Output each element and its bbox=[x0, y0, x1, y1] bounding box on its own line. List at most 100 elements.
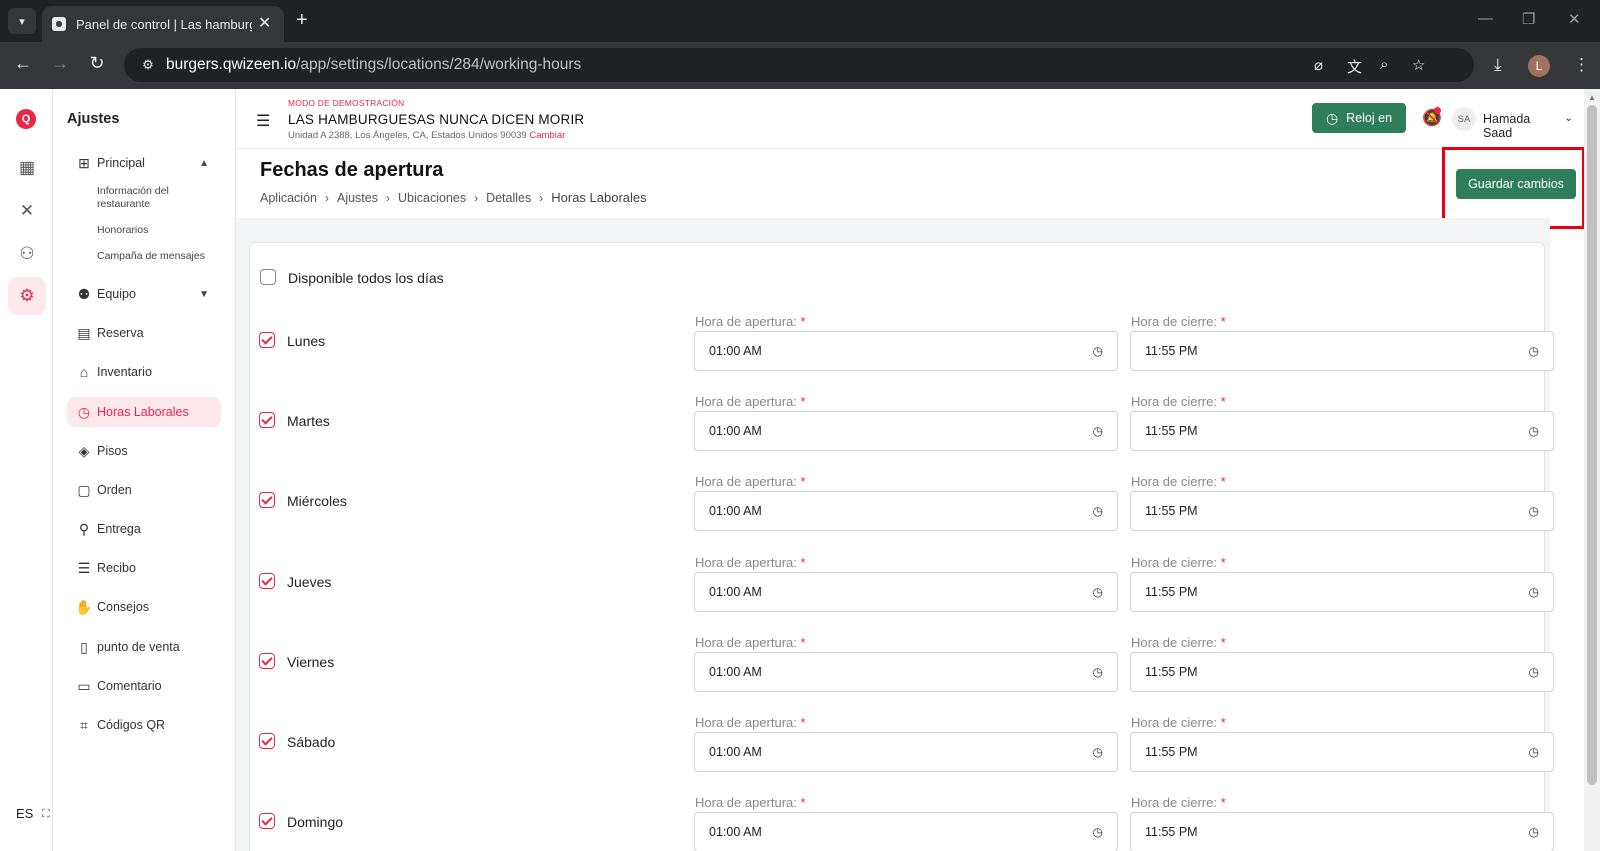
sidebar-subitem-restaurant-info[interactable]: Información del restaurante bbox=[97, 185, 217, 211]
sidebar-subitem-message-campaign[interactable]: Campaña de mensajes bbox=[97, 250, 217, 263]
user-menu-chevron-icon[interactable]: ⌄ bbox=[1564, 111, 1573, 124]
clock-icon[interactable]: ◷ bbox=[1529, 344, 1539, 358]
browser-menu-icon[interactable]: ⋮ bbox=[1573, 55, 1590, 75]
sidebar-item-qr-codes[interactable]: ⌗ Códigos QR bbox=[67, 710, 221, 740]
close-time-input[interactable]: 11:55 PM ◷ bbox=[1130, 491, 1554, 531]
open-time-input[interactable]: 01:00 AM ◷ bbox=[694, 652, 1118, 692]
scrollbar-thumb[interactable] bbox=[1587, 105, 1597, 785]
clock-icon[interactable]: ◷ bbox=[1093, 825, 1103, 839]
close-time-input[interactable]: 11:55 PM ◷ bbox=[1130, 572, 1554, 612]
open-time-input[interactable]: 01:00 AM ◷ bbox=[694, 411, 1118, 451]
clock-in-button[interactable]: ◷ Reloj en bbox=[1312, 103, 1406, 133]
zoom-icon[interactable]: ⌕ bbox=[1380, 56, 1388, 73]
reload-icon[interactable]: ↻ bbox=[85, 53, 109, 74]
required-mark: * bbox=[800, 635, 806, 650]
download-icon[interactable]: ⤓ bbox=[1494, 55, 1502, 75]
menu-hamburger-icon[interactable]: ☰ bbox=[256, 111, 270, 131]
close-time-input[interactable]: 11:55 PM ◷ bbox=[1130, 732, 1554, 772]
clock-icon[interactable]: ◷ bbox=[1093, 585, 1103, 599]
open-time-input[interactable]: 01:00 AM ◷ bbox=[694, 572, 1118, 612]
sidebar-item-principal[interactable]: ⊞ Principal ▲ bbox=[67, 148, 221, 178]
clock-icon[interactable]: ◷ bbox=[1529, 825, 1539, 839]
organization-icon[interactable]: ⚇ bbox=[8, 235, 46, 273]
sidebar-item-receipt[interactable]: ☰ Recibo bbox=[67, 553, 221, 583]
sidebar-item-delivery[interactable]: ⚲ Entrega bbox=[67, 514, 221, 544]
sidebar-item-working-hours[interactable]: ◷ Horas Laborales bbox=[67, 397, 221, 427]
day-label: Miércoles bbox=[287, 493, 347, 509]
user-name[interactable]: Hamada Saad bbox=[1483, 112, 1550, 140]
close-tab-icon[interactable]: ✕ bbox=[258, 16, 271, 32]
sidebar-item-team[interactable]: ⚉ Equipo ▼ bbox=[67, 279, 221, 309]
clock-icon[interactable]: ◷ bbox=[1529, 504, 1539, 518]
close-time-input[interactable]: 11:55 PM ◷ bbox=[1130, 411, 1554, 451]
day-checkbox[interactable] bbox=[259, 332, 275, 348]
clock-icon[interactable]: ◷ bbox=[1529, 745, 1539, 759]
sidebar-item-order[interactable]: ▢ Orden bbox=[67, 475, 221, 505]
change-location-link[interactable]: Cambiar bbox=[529, 130, 565, 141]
close-time-label: Hora de cierre: * bbox=[1131, 715, 1226, 730]
expand-icon[interactable]: ⛶ bbox=[42, 808, 50, 821]
back-arrow-icon[interactable]: ← bbox=[11, 53, 35, 74]
scroll-up-arrow-icon[interactable]: ▲ bbox=[1588, 93, 1596, 102]
day-checkbox[interactable] bbox=[259, 733, 275, 749]
clock-icon[interactable]: ◷ bbox=[1529, 424, 1539, 438]
sidebar-item-label: Pisos bbox=[97, 444, 128, 458]
tab-search-chevron-icon[interactable]: ▾ bbox=[8, 8, 36, 34]
dashboard-grid-icon[interactable]: ▦ bbox=[8, 149, 46, 187]
breadcrumb-item-app[interactable]: Aplicación bbox=[260, 191, 317, 205]
open-time-input[interactable]: 01:00 AM ◷ bbox=[694, 732, 1118, 772]
inventory-icon: ⌂ bbox=[79, 364, 89, 380]
open-time-input[interactable]: 01:00 AM ◷ bbox=[694, 812, 1118, 851]
site-info-icon[interactable]: ⚙ bbox=[134, 57, 162, 73]
close-time-input[interactable]: 11:55 PM ◷ bbox=[1130, 812, 1554, 851]
close-time-label: Hora de cierre: * bbox=[1131, 474, 1226, 489]
close-time-label-text: Hora de cierre: bbox=[1131, 715, 1217, 730]
close-time-input[interactable]: 11:55 PM ◷ bbox=[1130, 652, 1554, 692]
close-time-input[interactable]: 11:55 PM ◷ bbox=[1130, 331, 1554, 371]
settings-gear-icon[interactable]: ⚙ bbox=[8, 277, 46, 315]
location-blocked-icon[interactable]: ⌀ bbox=[1314, 56, 1323, 74]
open-time-value: 01:00 AM bbox=[709, 344, 762, 358]
utensils-icon[interactable]: ✕ bbox=[8, 192, 46, 230]
sidebar-item-tips[interactable]: ✋ Consejos bbox=[67, 592, 221, 622]
day-checkbox[interactable] bbox=[259, 573, 275, 589]
clock-icon[interactable]: ◷ bbox=[1529, 665, 1539, 679]
app-logo[interactable]: Q bbox=[16, 109, 36, 129]
day-checkbox[interactable] bbox=[259, 412, 275, 428]
open-time-input[interactable]: 01:00 AM ◷ bbox=[694, 331, 1118, 371]
sidebar-subitem-fees[interactable]: Honorarios bbox=[97, 224, 217, 237]
language-selector[interactable]: ES bbox=[16, 806, 33, 821]
address-bar[interactable]: ⚙ burgers.qwizeen.io/app/settings/locati… bbox=[124, 48, 1474, 82]
translate-icon[interactable]: 文 bbox=[1347, 56, 1362, 77]
breadcrumb-item-settings[interactable]: Ajustes bbox=[337, 191, 378, 205]
breadcrumb-item-locations[interactable]: Ubicaciones bbox=[398, 191, 466, 205]
new-tab-icon[interactable]: + bbox=[296, 10, 308, 30]
open-time-input[interactable]: 01:00 AM ◷ bbox=[694, 491, 1118, 531]
forward-arrow-icon[interactable]: → bbox=[48, 53, 72, 74]
day-checkbox[interactable] bbox=[259, 813, 275, 829]
sidebar-item-reservation[interactable]: ▤ Reserva bbox=[67, 318, 221, 348]
sidebar-item-floors[interactable]: ◈ Pisos bbox=[67, 436, 221, 466]
clock-icon[interactable]: ◷ bbox=[1093, 344, 1103, 358]
day-checkbox[interactable] bbox=[259, 653, 275, 669]
minimize-window-icon[interactable]: — bbox=[1478, 10, 1493, 27]
clock-icon[interactable]: ◷ bbox=[1093, 665, 1103, 679]
sidebar-item-pos[interactable]: ▯ punto de venta bbox=[67, 632, 221, 662]
breadcrumb-item-details[interactable]: Detalles bbox=[486, 191, 531, 205]
all-days-checkbox[interactable] bbox=[260, 269, 276, 285]
user-avatar[interactable]: SA bbox=[1452, 107, 1476, 131]
open-time-value: 01:00 AM bbox=[709, 745, 762, 759]
clock-icon[interactable]: ◷ bbox=[1093, 745, 1103, 759]
close-window-icon[interactable]: ✕ bbox=[1568, 10, 1581, 28]
open-time-label-text: Hora de apertura: bbox=[695, 715, 797, 730]
sidebar-item-comment[interactable]: ▭ Comentario bbox=[67, 671, 221, 701]
bookmark-star-icon[interactable]: ☆ bbox=[1412, 56, 1425, 74]
clock-icon[interactable]: ◷ bbox=[1529, 585, 1539, 599]
browser-tab-active[interactable]: Panel de control | Las hamburguesas ✕ bbox=[42, 6, 284, 42]
restore-window-icon[interactable]: ❐ bbox=[1522, 10, 1535, 28]
clock-icon[interactable]: ◷ bbox=[1093, 424, 1103, 438]
profile-avatar[interactable]: L bbox=[1528, 55, 1550, 77]
sidebar-item-inventory[interactable]: ⌂ Inventario bbox=[67, 357, 221, 387]
day-checkbox[interactable] bbox=[259, 492, 275, 508]
clock-icon[interactable]: ◷ bbox=[1093, 504, 1103, 518]
